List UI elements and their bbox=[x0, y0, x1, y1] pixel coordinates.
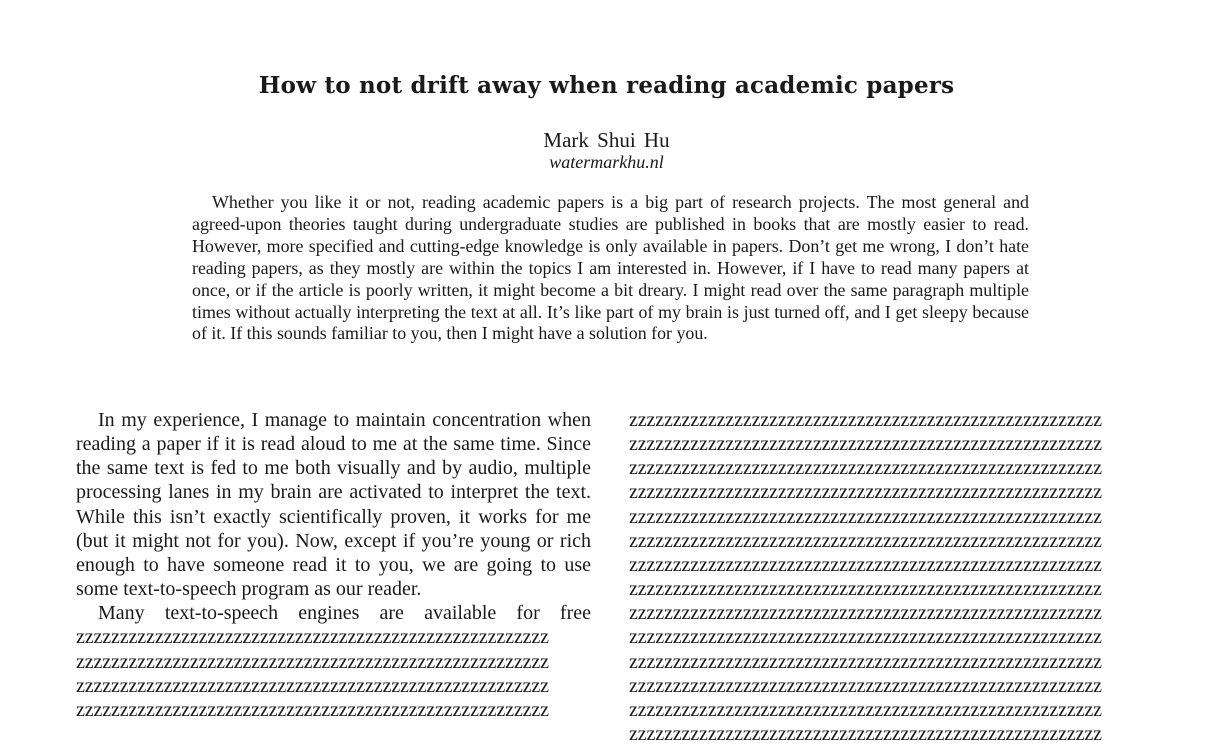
body-paragraph-2-start: Many text-to-speech engines are availabl… bbox=[98, 602, 591, 625]
filler-line: zzzzzzzzzzzzzzzzzzzzzzzzzzzzzzzzzzzzzzzz… bbox=[629, 626, 1102, 649]
filler-line: zzzzzzzzzzzzzzzzzzzzzzzzzzzzzzzzzzzzzzzz… bbox=[629, 698, 1102, 721]
filler-line: zzzzzzzzzzzzzzzzzzzzzzzzzzzzzzzzzzzzzzzz… bbox=[629, 409, 1102, 431]
filler-line: zzzzzzzzzzzzzzzzzzzzzzzzzzzzzzzzzzzzzzzz… bbox=[629, 457, 1102, 480]
filler-line: zzzzzzzzzzzzzzzzzzzzzzzzzzzzzzzzzzzzzzzz… bbox=[629, 674, 1102, 697]
filler-line: zzzzzzzzzzzzzzzzzzzzzzzzzzzzzzzzzzzzzzzz… bbox=[629, 553, 1102, 576]
filler-line: zzzzzzzzzzzzzzzzzzzzzzzzzzzzzzzzzzzzzzzz… bbox=[76, 698, 549, 721]
author-website: watermarkhu.nl bbox=[549, 152, 664, 172]
filler-line: zzzzzzzzzzzzzzzzzzzzzzzzzzzzzzzzzzzzzzzz… bbox=[76, 650, 549, 673]
filler-line: zzzzzzzzzzzzzzzzzzzzzzzzzzzzzzzzzzzzzzzz… bbox=[629, 578, 1102, 601]
filler-line: zzzzzzzzzzzzzzzzzzzzzzzzzzzzzzzzzzzzzzzz… bbox=[629, 650, 1102, 673]
filler-line: zzzzzzzzzzzzzzzzzzzzzzzzzzzzzzzzzzzzzzzz… bbox=[76, 674, 549, 697]
filler-line: zzzzzzzzzzzzzzzzzzzzzzzzzzzzzzzzzzzzzzzz… bbox=[629, 505, 1102, 528]
paper-page: How to not drift away when reading acade… bbox=[0, 0, 1213, 748]
right-column: zzzzzzzzzzzzzzzzzzzzzzzzzzzzzzzzzzzzzzzz… bbox=[629, 408, 1141, 746]
filler-line: zzzzzzzzzzzzzzzzzzzzzzzzzzzzzzzzzzzzzzzz… bbox=[629, 529, 1102, 552]
paper-title: How to not drift away when reading acade… bbox=[258, 72, 955, 99]
abstract-text: Whether you like it or not, reading acad… bbox=[192, 192, 1029, 344]
filler-line: zzzzzzzzzzzzzzzzzzzzzzzzzzzzzzzzzzzzzzzz… bbox=[76, 626, 549, 649]
author-name: Mark Shui Hu bbox=[543, 128, 670, 152]
filler-line: zzzzzzzzzzzzzzzzzzzzzzzzzzzzzzzzzzzzzzzz… bbox=[629, 433, 1102, 456]
filler-line: zzzzzzzzzzzzzzzzzzzzzzzzzzzzzzzzzzzzzzzz… bbox=[629, 602, 1102, 625]
filler-line: zzzzzzzzzzzzzzzzzzzzzzzzzzzzzzzzzzzzzzzz… bbox=[629, 481, 1102, 504]
body-paragraph-1: In my experience, I manage to maintain c… bbox=[76, 409, 591, 601]
filler-line: zzzzzzzzzzzzzzzzzzzzzzzzzzzzzzzzzzzzzzzz… bbox=[629, 723, 1102, 746]
left-column: In my experience, I manage to maintain c… bbox=[76, 408, 591, 722]
